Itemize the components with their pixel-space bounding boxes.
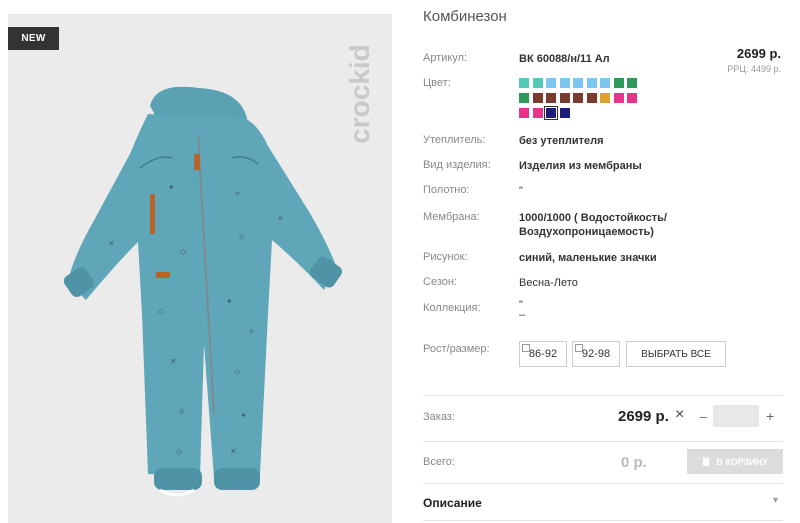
color-swatch[interactable]: [546, 93, 556, 103]
svg-text:✦: ✦: [168, 183, 175, 192]
color-swatch[interactable]: [532, 108, 543, 118]
spec-value-article: ВК 60088/н/11 Ал: [519, 53, 610, 65]
spec-value-insulation: без утеплителя: [519, 135, 604, 147]
spec-label-type: Вид изделия:: [423, 159, 491, 171]
divider: [423, 441, 783, 442]
color-swatch[interactable]: [586, 93, 597, 103]
trash-icon: [702, 457, 711, 466]
total-label: Всего:: [423, 456, 455, 468]
add-to-cart-button[interactable]: В КОРЗИНУ: [687, 449, 783, 474]
spec-value-membrane-line2: Воздухопроницаемость): [519, 226, 654, 238]
spec-value-membrane: 1000/1000 ( Водостойкость/: [519, 212, 667, 224]
new-badge: NEW: [8, 27, 59, 50]
svg-text:✧: ✧: [248, 327, 255, 336]
size-marker-icon: [522, 344, 530, 352]
color-swatch[interactable]: [519, 78, 529, 88]
color-swatch[interactable]: [559, 78, 570, 88]
svg-text:◇: ◇: [180, 247, 187, 256]
divider: [423, 395, 783, 396]
description-toggle[interactable]: Описание: [423, 496, 482, 510]
svg-text:⚹: ⚹: [278, 213, 283, 222]
color-swatch[interactable]: [573, 78, 583, 88]
color-swatch[interactable]: [544, 106, 558, 120]
color-swatch[interactable]: [559, 93, 570, 103]
svg-text:✦: ✦: [226, 297, 233, 306]
color-swatch[interactable]: [573, 93, 583, 103]
spec-value-type: Изделия из мембраны: [519, 160, 642, 172]
recommended-retail-price: РРЦ: 4499 р.: [727, 64, 781, 74]
brand-watermark: crockid: [344, 44, 375, 144]
color-swatch[interactable]: [600, 78, 610, 88]
color-swatch[interactable]: [613, 78, 624, 88]
spec-label-article: Артикул:: [423, 52, 468, 64]
product-price: 2699 р.: [736, 46, 781, 61]
spec-label-membrane: Мембрана:: [423, 211, 480, 223]
size-label: Рост/размер:: [423, 343, 490, 355]
product-title: Комбинезон: [423, 8, 507, 25]
size-option-86-92[interactable]: 86-92: [519, 341, 567, 367]
svg-text:☼: ☼: [178, 407, 185, 416]
color-swatch[interactable]: [532, 78, 543, 88]
spec-value-collection-line2: –: [519, 309, 526, 321]
spec-label-fabric: Полотно:: [423, 184, 470, 196]
color-swatch[interactable]: [546, 78, 556, 88]
product-info: Комбинезон 2699 р. РРЦ: 4499 р. Артикул:…: [423, 0, 783, 523]
color-swatch[interactable]: [586, 78, 597, 88]
svg-text:☼: ☼: [238, 233, 245, 242]
spec-label-print: Рисунок:: [423, 251, 468, 263]
svg-text:✦: ✦: [240, 411, 247, 420]
spec-label-insulation: Утеплитель:: [423, 134, 486, 146]
spec-value-print: синий, маленькие значки: [519, 252, 657, 264]
select-all-button[interactable]: ВЫБРАТЬ ВСЕ: [626, 341, 726, 367]
size-option-92-98[interactable]: 92-98: [572, 341, 620, 367]
remove-icon[interactable]: ×: [675, 406, 684, 424]
color-swatch[interactable]: [627, 78, 637, 88]
total-value: 0 р.: [621, 454, 647, 471]
size-marker-icon: [575, 344, 583, 352]
color-swatch[interactable]: [613, 93, 624, 103]
chevron-down-icon[interactable]: ▾: [773, 495, 778, 506]
svg-text:◇: ◇: [176, 447, 183, 456]
quantity-input[interactable]: [713, 405, 759, 427]
color-swatch[interactable]: [559, 108, 570, 118]
spec-label-season: Сезон:: [423, 276, 457, 288]
order-price: 2699 р.: [618, 408, 669, 425]
divider: [423, 483, 783, 484]
order-label: Заказ:: [423, 411, 455, 423]
color-swatch[interactable]: [519, 93, 529, 103]
svg-text:✕: ✕: [170, 357, 177, 366]
color-swatch[interactable]: [519, 108, 529, 118]
svg-text:✧: ✧: [234, 189, 241, 198]
spec-label-color: Цвет:: [423, 77, 451, 89]
color-swatch[interactable]: [627, 93, 637, 103]
svg-text:◇: ◇: [158, 307, 165, 316]
svg-text:◇: ◇: [234, 367, 241, 376]
spec-value-season: Весна-Лето: [519, 277, 578, 289]
spec-label-collection: Коллекция:: [423, 302, 481, 314]
spec-value-fabric: ": [519, 185, 523, 197]
svg-text:✕: ✕: [108, 239, 115, 248]
quantity-minus-button[interactable]: –: [700, 409, 707, 424]
color-swatch[interactable]: [532, 93, 543, 103]
divider: [423, 520, 783, 521]
color-swatch[interactable]: [600, 93, 610, 103]
svg-text:✕: ✕: [230, 447, 237, 456]
quantity-plus-button[interactable]: +: [766, 408, 774, 424]
